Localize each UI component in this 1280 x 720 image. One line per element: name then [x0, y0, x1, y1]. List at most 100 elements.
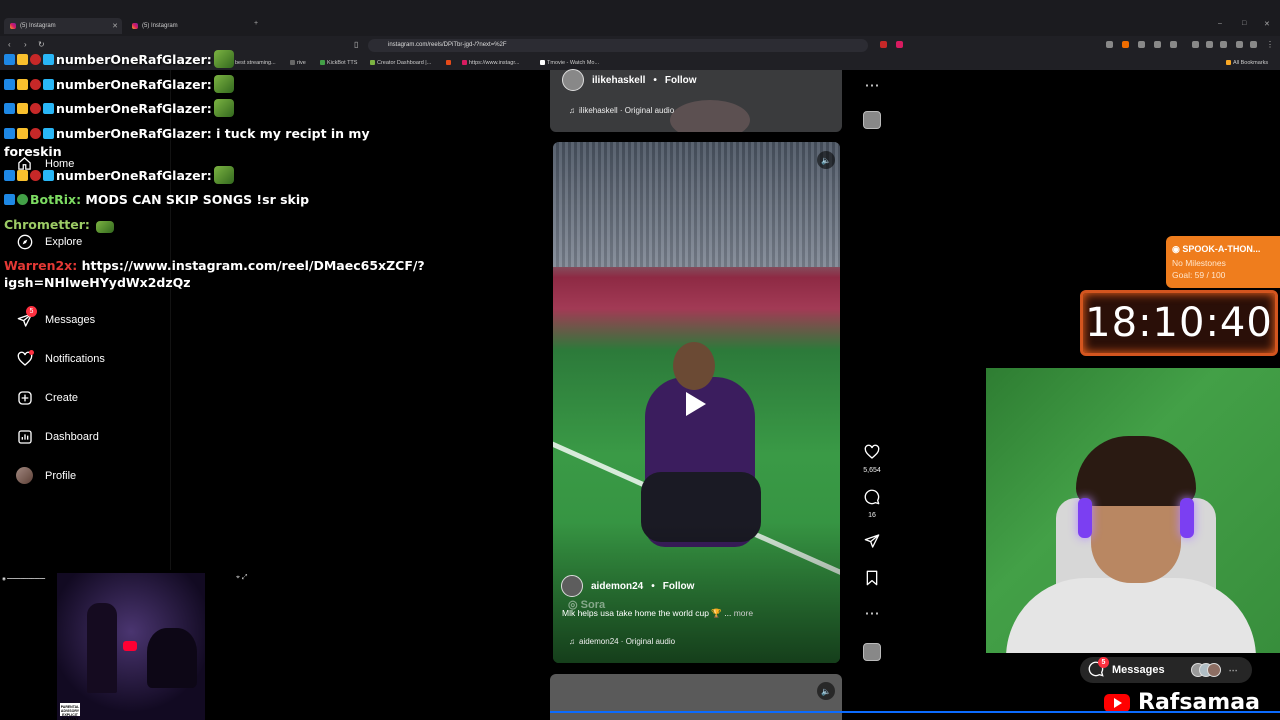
author-avatar[interactable] [561, 575, 583, 597]
profile-icon[interactable] [1250, 41, 1257, 48]
bookmark-item[interactable]: Creator Dashboard |... [370, 60, 431, 66]
address-bar[interactable]: instagram.com/reels/DPiTbr-jgd-/?next=%2… [368, 39, 868, 52]
next-reel[interactable] [550, 674, 842, 720]
bookmark-item[interactable]: KickBot TTS [320, 60, 357, 66]
video-progress-bar[interactable] [550, 711, 1280, 713]
bookmark-star-icon[interactable]: ▯ [354, 40, 358, 49]
more-icon: ⋯ [864, 605, 880, 622]
audio-label: ilikehaskell · Original audio [579, 106, 675, 115]
subathon-goal: Goal: 59 / 100 [1172, 270, 1226, 280]
sidebar-item-notifications[interactable]: Notifications [16, 350, 105, 367]
audio-thumb-main[interactable] [863, 643, 881, 661]
sidebar-item-create[interactable]: Create [16, 389, 78, 406]
minimize-icon[interactable]: – [1218, 20, 1222, 27]
messages-pill[interactable]: 5 Messages ⋯ [1080, 657, 1252, 683]
extension-icon[interactable] [1154, 41, 1161, 48]
sidebar-item-label: Create [45, 391, 79, 404]
more-options-button[interactable]: ⋯ [860, 606, 884, 625]
extension-icon[interactable] [896, 41, 903, 48]
badge-icon [17, 79, 28, 90]
more-options-top[interactable]: ⋯ [860, 78, 884, 97]
media-icon[interactable] [1192, 41, 1199, 48]
badge-icon [30, 170, 41, 181]
badge-icon [17, 170, 28, 181]
all-bookmarks[interactable]: All Bookmarks [1226, 60, 1268, 66]
audio-thumb-top[interactable] [863, 111, 881, 129]
subathon-title: ◉ SPOOK-A-THON... [1172, 244, 1261, 254]
close-window-icon[interactable]: ✕ [1264, 20, 1270, 28]
heart-icon [16, 350, 34, 367]
volume-icon[interactable]: 🔈 [817, 682, 835, 700]
album-controls[interactable]: ⌖ ⤢ [236, 574, 248, 582]
close-tab-icon[interactable]: ✕ [112, 22, 118, 30]
play-icon[interactable] [684, 390, 708, 418]
audio-row-main[interactable]: ♫ aidemon24 · Original audio [569, 637, 675, 646]
audio-row-top[interactable]: ♫ ilikehaskell · Original audio [569, 106, 674, 115]
volume-icon[interactable]: 🔈 [817, 151, 835, 169]
bookmark-item[interactable]: rive [290, 60, 306, 66]
parental-advisory-label: PARENTAL ADVISORY EXPLICIT CONTENT [60, 703, 80, 720]
sidebar-item-profile[interactable]: Profile [16, 467, 76, 484]
tab-instagram-1[interactable]: (5) Instagram ✕ [4, 18, 122, 34]
play-icon [123, 641, 137, 651]
badge-icon [43, 54, 54, 65]
follow-button[interactable]: Follow [665, 75, 697, 86]
comment-button[interactable]: 16 [860, 489, 884, 519]
emote-icon [96, 221, 115, 233]
badge-icon [17, 128, 28, 139]
stream-timer: 18:10:40 [1080, 290, 1278, 356]
now-playing-label: ◉ ━━━━━━━━━━━━━━ [2, 576, 46, 581]
like-button[interactable]: 5,654 [860, 444, 884, 474]
menu-icon[interactable]: ⋮ [1266, 40, 1274, 49]
tab-instagram-2[interactable]: (5) Instagram [126, 18, 246, 34]
bookmark-item[interactable] [446, 60, 453, 66]
comment-icon [860, 489, 884, 509]
bookmark-favicon-icon [290, 60, 295, 65]
badge-icon [17, 103, 28, 114]
bookmark-item[interactable]: Tmovie - Watch Mo... [540, 60, 599, 66]
tab-search-icon[interactable] [1220, 41, 1227, 48]
reel-author-top: ilikehaskell • Follow [562, 69, 697, 91]
badge-icon [4, 103, 15, 114]
avatar [1206, 663, 1221, 677]
new-tab-icon[interactable]: + [254, 20, 258, 27]
bookmark-favicon-icon [540, 60, 545, 65]
like-count: 5,654 [863, 467, 881, 474]
extension-icon[interactable] [1122, 41, 1129, 48]
bookmark-item[interactable]: https://www.instagr... [462, 60, 519, 66]
direct-message-icon: 5 [16, 306, 37, 328]
extension-icon[interactable] [1106, 41, 1113, 48]
author-username[interactable]: aidemon24 [591, 581, 643, 592]
emote-icon [213, 75, 234, 93]
separator-dot: • [653, 74, 657, 86]
reel-caption[interactable]: Mlk helps usa take home the world cup 🏆 … [562, 608, 753, 619]
sidebar-icon[interactable] [1206, 41, 1213, 48]
streamer-shirt [1006, 578, 1256, 653]
music-note-icon: ♫ [569, 637, 575, 646]
bookmark-favicon-icon [446, 60, 451, 65]
sidebar-item-messages[interactable]: 5 Messages [16, 306, 95, 328]
maximize-icon[interactable]: □ [1242, 20, 1246, 27]
follow-button[interactable]: Follow [663, 581, 695, 592]
plus-square-icon [16, 389, 33, 406]
extension-icon[interactable] [1138, 41, 1145, 48]
save-button[interactable] [860, 570, 884, 593]
badge-icon [30, 79, 41, 90]
message-avatars [1190, 663, 1221, 677]
more-link[interactable]: more [734, 608, 753, 618]
badge-icon [17, 54, 28, 65]
downloads-icon[interactable] [1236, 41, 1243, 48]
extension-icon[interactable] [1170, 41, 1177, 48]
sidebar-item-dashboard[interactable]: Dashboard [16, 428, 99, 445]
bookmark-icon [860, 570, 884, 590]
bookmark-item[interactable]: best streaming... [228, 60, 276, 66]
chat-message: numberOneRafGlazer: [4, 73, 234, 97]
sidebar-item-label: Profile [45, 469, 77, 482]
webcam-feed [986, 368, 1280, 653]
extension-icon[interactable] [880, 41, 887, 48]
badge-icon [4, 128, 15, 139]
badge-icon [30, 103, 41, 114]
share-button[interactable] [860, 533, 884, 556]
author-username[interactable]: ilikehaskell [592, 75, 645, 86]
author-avatar[interactable] [562, 69, 584, 91]
